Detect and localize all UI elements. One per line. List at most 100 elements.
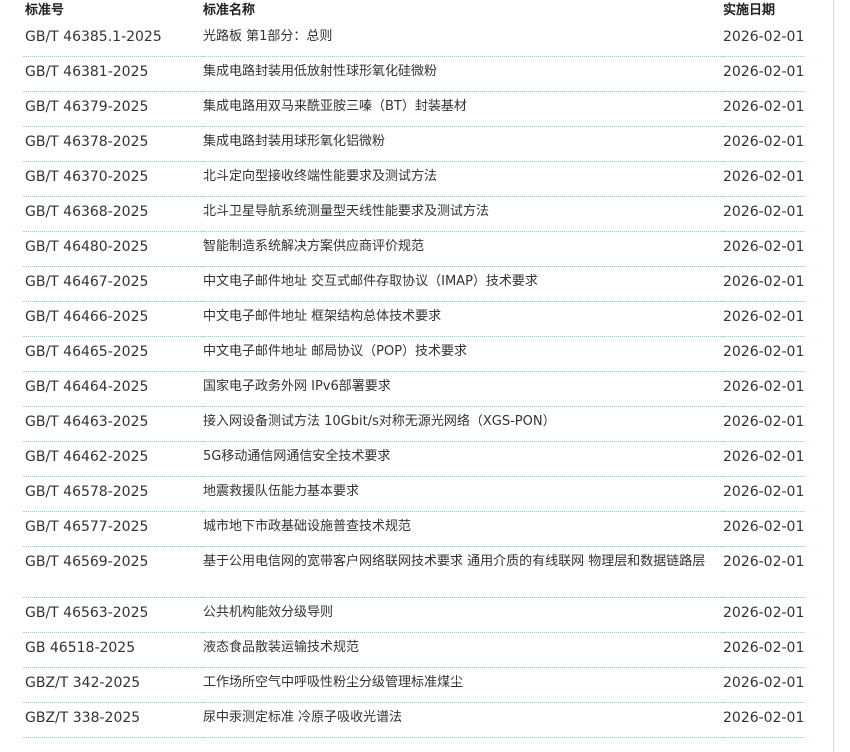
effective-date: 2026-02-01 xyxy=(723,134,805,150)
standard-code[interactable]: GB/T 46463-2025 xyxy=(25,407,203,432)
effective-date: 2026-02-01 xyxy=(723,169,805,185)
standard-name[interactable]: 工作场所空气中呼吸性粉尘分级管理标准煤尘 xyxy=(203,668,717,696)
standard-name-cell: 基于公用电信网的宽带客户网络联网技术要求 通用介质的有线联网 物理层和数据链路层 xyxy=(203,546,723,598)
standard-code-cell: GB/T 46465-2025 xyxy=(23,336,203,372)
standard-code[interactable]: GB/T 46563-2025 xyxy=(25,598,203,623)
standard-code-cell: GB/T 46578-2025 xyxy=(23,476,203,512)
standard-name[interactable]: 中文电子邮件地址 交互式邮件存取协议（IMAP）技术要求 xyxy=(203,267,717,295)
table-row[interactable]: GB/T 46480-2025 智能制造系统解决方案供应商评价规范 2026-0… xyxy=(23,231,805,267)
effective-date-cell: 2026-02-01 xyxy=(723,231,805,267)
standard-name[interactable]: 公共机构能效分级导则 xyxy=(203,598,717,626)
standard-code[interactable]: GB/T 46480-2025 xyxy=(25,232,203,257)
standard-code-cell: GB/T 46462-2025 xyxy=(23,441,203,477)
table-row[interactable]: GB/T 46463-2025 接入网设备测试方法 10Gbit/s对称无源光网… xyxy=(23,406,805,442)
standard-code-cell: GBZ/T 338-2025 xyxy=(23,702,203,738)
standard-name[interactable]: 智能制造系统解决方案供应商评价规范 xyxy=(203,232,717,260)
standard-name-cell: 中文电子邮件地址 框架结构总体技术要求 xyxy=(203,301,723,337)
standard-name[interactable]: 地震救援队伍能力基本要求 xyxy=(203,477,717,505)
table-row[interactable]: GB/T 46368-2025 北斗卫星导航系统测量型天线性能要求及测试方法 2… xyxy=(23,196,805,232)
effective-date: 2026-02-01 xyxy=(723,239,805,255)
table-row[interactable]: GB/T 46465-2025 中文电子邮件地址 邮局协议（POP）技术要求 2… xyxy=(23,336,805,372)
header-row: 标准号 标准名称 实施日期 xyxy=(23,0,805,22)
standard-name-cell: 光路板 第1部分：总则 xyxy=(203,22,723,57)
table-row[interactable]: GBZ/T 338-2025 尿中汞测定标准 冷原子吸收光谱法 2026-02-… xyxy=(23,702,805,738)
standard-code-cell: GB/T 46577-2025 xyxy=(23,511,203,547)
effective-date-cell: 2026-02-01 xyxy=(723,336,805,372)
standard-name-cell: 接入网设备测试方法 10Gbit/s对称无源光网络（XGS-PON） xyxy=(203,406,723,442)
standard-name[interactable]: 集成电路封装用球形氧化铝微粉 xyxy=(203,127,717,155)
effective-date: 2026-02-01 xyxy=(723,484,805,500)
standard-name[interactable]: 北斗定向型接收终端性能要求及测试方法 xyxy=(203,162,717,190)
standard-code[interactable]: GB/T 46467-2025 xyxy=(25,267,203,292)
standard-code-cell: GB/T 46464-2025 xyxy=(23,371,203,407)
standard-code[interactable]: GB/T 46465-2025 xyxy=(25,337,203,362)
standard-name[interactable]: 液态食品散装运输技术规范 xyxy=(203,633,717,661)
standard-code[interactable]: GB/T 46577-2025 xyxy=(25,512,203,537)
standard-code[interactable]: GB 46518-2025 xyxy=(25,633,203,658)
effective-date: 2026-02-01 xyxy=(723,519,805,535)
table-row[interactable]: GB/T 46370-2025 北斗定向型接收终端性能要求及测试方法 2026-… xyxy=(23,161,805,197)
column-header-date: 实施日期 xyxy=(723,3,776,18)
standard-code[interactable]: GB/T 46378-2025 xyxy=(25,127,203,152)
standard-code[interactable]: GB/T 46466-2025 xyxy=(25,302,203,327)
standard-code-cell: GB/T 46467-2025 xyxy=(23,266,203,302)
column-header-name: 标准名称 xyxy=(203,3,256,18)
standard-name[interactable]: 北斗卫星导航系统测量型天线性能要求及测试方法 xyxy=(203,197,717,225)
effective-date-cell: 2026-02-01 xyxy=(723,546,805,598)
standard-name-cell: 集成电路封装用球形氧化铝微粉 xyxy=(203,126,723,162)
standard-name[interactable]: 中文电子邮件地址 框架结构总体技术要求 xyxy=(203,302,717,330)
standard-code[interactable]: GB/T 46385.1-2025 xyxy=(25,22,203,47)
standard-code[interactable]: GB/T 46464-2025 xyxy=(25,372,203,397)
standard-code-cell: GB/T 46370-2025 xyxy=(23,161,203,197)
standard-code[interactable]: GB/T 46370-2025 xyxy=(25,162,203,187)
table-row[interactable]: GB 46518-2025 液态食品散装运输技术规范 2026-02-01 xyxy=(23,632,805,668)
standard-code[interactable]: GBZ/T 338-2025 xyxy=(25,703,203,728)
effective-date: 2026-02-01 xyxy=(723,309,805,325)
table-row[interactable]: GB/T 46563-2025 公共机构能效分级导则 2026-02-01 xyxy=(23,597,805,633)
table-row[interactable]: GB/T 46381-2025 集成电路封装用低放射性球形氧化硅微粉 2026-… xyxy=(23,56,805,92)
effective-date-cell: 2026-02-01 xyxy=(723,667,805,703)
standard-code[interactable]: GB/T 46569-2025 xyxy=(25,547,203,572)
standard-name[interactable]: 光路板 第1部分：总则 xyxy=(203,22,717,50)
standard-name[interactable]: 基于公用电信网的宽带客户网络联网技术要求 通用介质的有线联网 物理层和数据链路层 xyxy=(203,547,717,575)
effective-date-cell: 2026-02-01 xyxy=(723,91,805,127)
standard-name[interactable]: 尿中汞测定标准 冷原子吸收光谱法 xyxy=(203,703,717,731)
table-row[interactable]: GB/T 46577-2025 城市地下市政基础设施普查技术规范 2026-02… xyxy=(23,511,805,547)
effective-date: 2026-02-01 xyxy=(723,554,805,570)
standard-code-cell: GB/T 46569-2025 xyxy=(23,546,203,598)
standard-code-cell: GB/T 46563-2025 xyxy=(23,597,203,633)
table-row[interactable]: GB/T 46569-2025 基于公用电信网的宽带客户网络联网技术要求 通用介… xyxy=(23,546,805,598)
effective-date: 2026-02-01 xyxy=(723,29,805,45)
standard-name-cell: 集成电路用双马来酰亚胺三嗪（BT）封装基材 xyxy=(203,91,723,127)
standard-name[interactable]: 接入网设备测试方法 10Gbit/s对称无源光网络（XGS-PON） xyxy=(203,407,717,435)
standard-code[interactable]: GBZ/T 342-2025 xyxy=(25,668,203,693)
standard-code[interactable]: GB/T 46379-2025 xyxy=(25,92,203,117)
table-row[interactable]: GB/T 46378-2025 集成电路封装用球形氧化铝微粉 2026-02-0… xyxy=(23,126,805,162)
standard-code[interactable]: GB/T 46578-2025 xyxy=(25,477,203,502)
standard-name[interactable]: 城市地下市政基础设施普查技术规范 xyxy=(203,512,717,540)
table-row[interactable]: GB/T 46467-2025 中文电子邮件地址 交互式邮件存取协议（IMAP）… xyxy=(23,266,805,302)
table-row[interactable]: GB/T 46462-2025 5G移动通信网通信安全技术要求 2026-02-… xyxy=(23,441,805,477)
table-row[interactable]: GB/T 46385.1-2025 光路板 第1部分：总则 2026-02-01 xyxy=(23,22,805,57)
standard-name-cell: 公共机构能效分级导则 xyxy=(203,597,723,633)
standard-code[interactable]: GB/T 46462-2025 xyxy=(25,442,203,467)
table-row[interactable]: GBZ/T 342-2025 工作场所空气中呼吸性粉尘分级管理标准煤尘 2026… xyxy=(23,667,805,703)
standard-name[interactable]: 集成电路封装用低放射性球形氧化硅微粉 xyxy=(203,57,717,85)
standard-code-cell: GB 46518-2025 xyxy=(23,632,203,668)
table-row[interactable]: GB/T 46578-2025 地震救援队伍能力基本要求 2026-02-01 xyxy=(23,476,805,512)
standard-name[interactable]: 集成电路用双马来酰亚胺三嗪（BT）封装基材 xyxy=(203,92,717,120)
standard-name[interactable]: 5G移动通信网通信安全技术要求 xyxy=(203,442,717,470)
table-row[interactable]: GB/T 46379-2025 集成电路用双马来酰亚胺三嗪（BT）封装基材 20… xyxy=(23,91,805,127)
table-row[interactable]: GB/T 46464-2025 国家电子政务外网 IPv6部署要求 2026-0… xyxy=(23,371,805,407)
effective-date: 2026-02-01 xyxy=(723,414,805,430)
effective-date: 2026-02-01 xyxy=(723,99,805,115)
effective-date-cell: 2026-02-01 xyxy=(723,56,805,92)
standard-code[interactable]: GB/T 46368-2025 xyxy=(25,197,203,222)
standard-code[interactable]: GB/T 46381-2025 xyxy=(25,57,203,82)
standard-name[interactable]: 中文电子邮件地址 邮局协议（POP）技术要求 xyxy=(203,337,717,365)
table-row[interactable]: GB/T 46466-2025 中文电子邮件地址 框架结构总体技术要求 2026… xyxy=(23,301,805,337)
standard-name[interactable]: 国家电子政务外网 IPv6部署要求 xyxy=(203,372,717,400)
standards-panel: 标准号 标准名称 实施日期 GB/T 46385.1-2025 光路板 第1部分… xyxy=(0,0,834,752)
standard-name-cell: 工作场所空气中呼吸性粉尘分级管理标准煤尘 xyxy=(203,667,723,703)
standard-name-cell: 国家电子政务外网 IPv6部署要求 xyxy=(203,371,723,407)
